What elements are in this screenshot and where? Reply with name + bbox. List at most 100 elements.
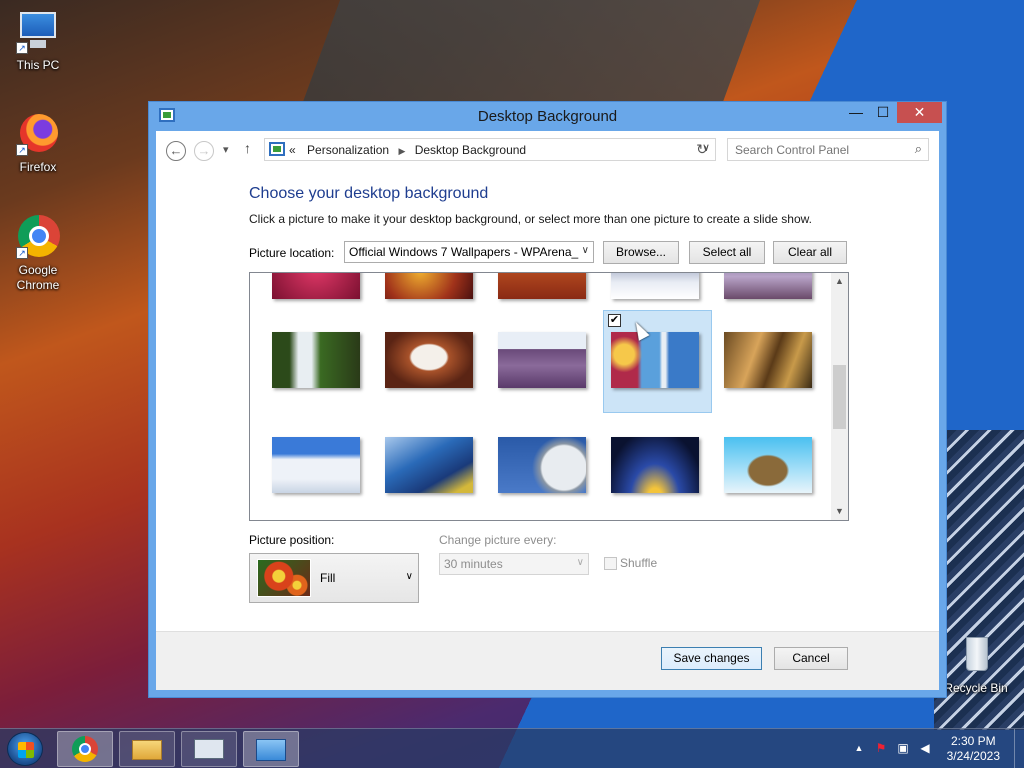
desktop-icon-label: Google Chrome [16,263,60,292]
search-input[interactable] [735,143,905,157]
save-changes-button[interactable]: Save changes [661,647,762,670]
chrome-icon: ↗ [16,215,60,259]
chevron-down-icon: ∨ [576,557,584,568]
picture-position-value: Fill [320,571,336,585]
window-title: Desktop Background [477,108,618,125]
chevron-down-icon: ∨ [405,571,413,582]
start-button[interactable] [7,732,43,766]
folder-icon [132,740,162,760]
wallpaper-thumbnail[interactable] [272,273,360,299]
search-icon[interactable]: ⌕ [915,141,922,157]
change-interval-value: 30 minutes [444,557,503,571]
breadcrumb-personalization[interactable]: Personalization [307,143,389,157]
wallpaper-thumbnail[interactable] [611,437,699,493]
control-panel-icon [256,739,286,761]
wallpaper-thumbnail[interactable] [385,437,473,493]
change-interval-select[interactable]: 30 minutes ∨ [439,553,589,575]
shortcut-arrow-icon: ↗ [16,144,28,156]
computer-icon: ↗ [16,10,60,54]
window-client: ← → ▾ ↑ « Personalization ▶ Desktop Back… [156,131,939,690]
clock-date: 3/24/2023 [946,749,1000,763]
breadcrumb-desktop-background[interactable]: Desktop Background [415,143,526,157]
breadcrumb-overflow[interactable]: « [289,143,296,157]
show-hidden-icons-button[interactable]: ▲ [852,741,866,755]
wallpaper-gallery[interactable]: ✔ ▲ ▼ [249,272,849,521]
scrollbar-thumb[interactable] [833,365,846,429]
wallpaper-thumbnail[interactable] [385,332,473,388]
cancel-button[interactable]: Cancel [774,647,848,670]
wallpaper-thumbnail[interactable] [272,437,360,493]
minimize-button[interactable]: — [841,102,871,123]
refresh-button[interactable]: ↻ [692,141,712,159]
taskbar-control-panel[interactable] [243,731,299,767]
browse-button[interactable]: Browse... [603,241,679,264]
wallpaper-thumbnail[interactable] [498,437,586,493]
shuffle-checkbox[interactable] [604,557,617,570]
header-section: Choose your desktop background Click a p… [249,185,849,226]
show-desktop-button[interactable] [1014,729,1024,768]
breadcrumb: « Personalization ▶ Desktop Background [289,143,526,157]
picture-options: Picture position: Fill ∨ Change picture … [249,531,849,611]
wallpaper-thumbnail[interactable] [498,332,586,388]
close-button[interactable]: ✕ [897,102,942,123]
clock[interactable]: 2:30 PM 3/24/2023 [947,734,1000,764]
back-button[interactable]: ← [166,141,186,161]
action-center-flag-icon[interactable]: ⚑ [874,741,888,755]
desktop-icon-chrome[interactable]: ↗ Google Chrome [2,215,74,293]
desktop-icon-this-pc[interactable]: ↗ This PC [2,10,74,73]
picture-location-row: Picture location: Official Windows 7 Wal… [249,241,859,265]
shortcut-arrow-icon: ↗ [16,42,28,54]
system-tray: ▲ ⚑ ▣ ◀ 2:30 PM 3/24/2023 [844,729,1024,768]
shortcut-arrow-icon: ↗ [16,247,28,259]
recent-pages-button[interactable]: ▾ [223,143,229,156]
taskbar-chrome[interactable] [57,731,113,767]
picture-position-preview [257,559,311,597]
wallpaper-thumbnail[interactable] [724,273,812,299]
gallery-scrollbar[interactable]: ▲ ▼ [831,273,848,520]
title-bar[interactable]: Desktop Background — ☐ ✕ [149,102,946,131]
taskbar-on-screen-keyboard[interactable] [181,731,237,767]
wallpaper-thumbnail[interactable] [724,332,812,388]
wallpaper-thumbnail[interactable] [611,273,699,299]
wallpaper-thumbnail[interactable] [385,273,473,299]
taskbar: ▲ ⚑ ▣ ◀ 2:30 PM 3/24/2023 [0,728,1024,768]
select-all-button[interactable]: Select all [689,241,765,264]
breadcrumb-separator-icon[interactable]: ▶ [398,146,405,156]
desktop-icon-label: Firefox [19,160,57,174]
chevron-down-icon: ∨ [581,245,589,256]
picture-position-select[interactable]: Fill ∨ [249,553,419,603]
picture-location-select[interactable]: Official Windows 7 Wallpapers - WPArena_… [344,241,594,263]
maximize-button[interactable]: ☐ [868,102,898,123]
desktop-background-window: Desktop Background — ☐ ✕ ← → ▾ ↑ « Perso… [148,101,947,698]
desktop-icon-label: This PC [16,58,60,72]
wallpaper-thumbnail[interactable] [272,332,360,388]
address-bar[interactable]: « Personalization ▶ Desktop Background ∨ [264,138,716,161]
wallpaper-thumbnail[interactable] [498,273,586,299]
desktop-icon-firefox[interactable]: ↗ Firefox [2,112,74,175]
page-title: Choose your desktop background [249,185,489,202]
navigation-bar: ← → ▾ ↑ « Personalization ▶ Desktop Back… [156,131,939,169]
wallpaper-thumbnail[interactable] [724,437,812,493]
desktop-icon-label: Recycle Bin [944,681,1008,695]
scroll-down-button[interactable]: ▼ [831,503,848,520]
shuffle-label: Shuffle [620,556,658,570]
desktop-icon-recycle-bin[interactable]: Recycle Bin [940,633,1012,696]
wallpaper-thumbnail[interactable] [611,332,699,388]
control-panel-icon [269,142,285,156]
keyboard-icon [194,739,224,759]
thumbnail-checkbox[interactable]: ✔ [608,314,621,327]
network-icon[interactable]: ▣ [896,741,910,755]
search-box[interactable]: ⌕ [727,138,929,161]
clear-all-button[interactable]: Clear all [773,241,847,264]
change-picture-label: Change picture every: [439,533,557,547]
up-button[interactable]: ↑ [244,140,251,156]
picture-location-value: Official Windows 7 Wallpapers - WPArena_ [349,245,579,259]
recycle-bin-icon [954,633,998,677]
volume-muted-icon[interactable]: ◀ [918,741,932,755]
firefox-icon: ↗ [16,112,60,156]
forward-button[interactable]: → [194,141,214,161]
scroll-up-button[interactable]: ▲ [831,273,848,290]
taskbar-file-explorer[interactable] [119,731,175,767]
chrome-icon-center [79,743,91,755]
picture-location-label: Picture location: [249,246,335,260]
